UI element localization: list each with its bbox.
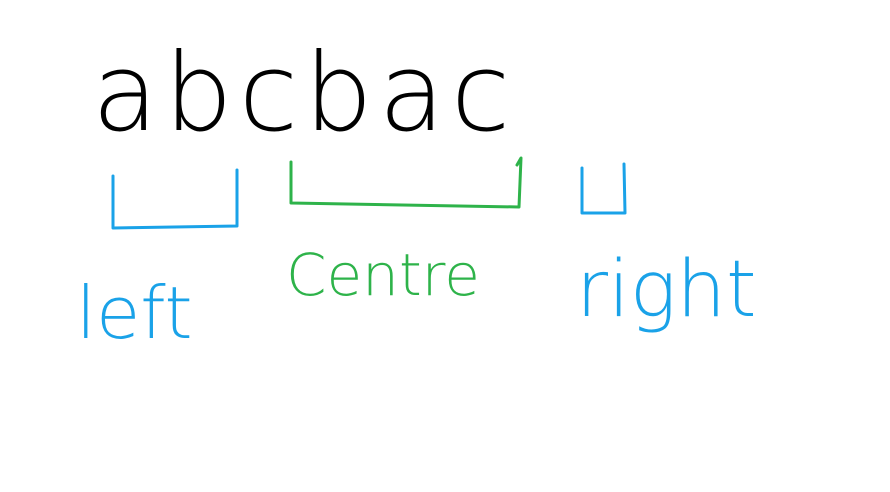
right-label: right [576,245,757,335]
letter-sequence: abcbac [92,31,516,156]
sketch-drawing: abcbac left Centre right [76,31,757,355]
left-label: left [76,271,193,355]
centre-bracket [289,156,523,209]
centre-label: Centre [286,241,480,309]
right-bracket [580,162,627,215]
left-bracket [111,168,239,230]
sketch-canvas: abcbac left Centre right [0,0,890,492]
